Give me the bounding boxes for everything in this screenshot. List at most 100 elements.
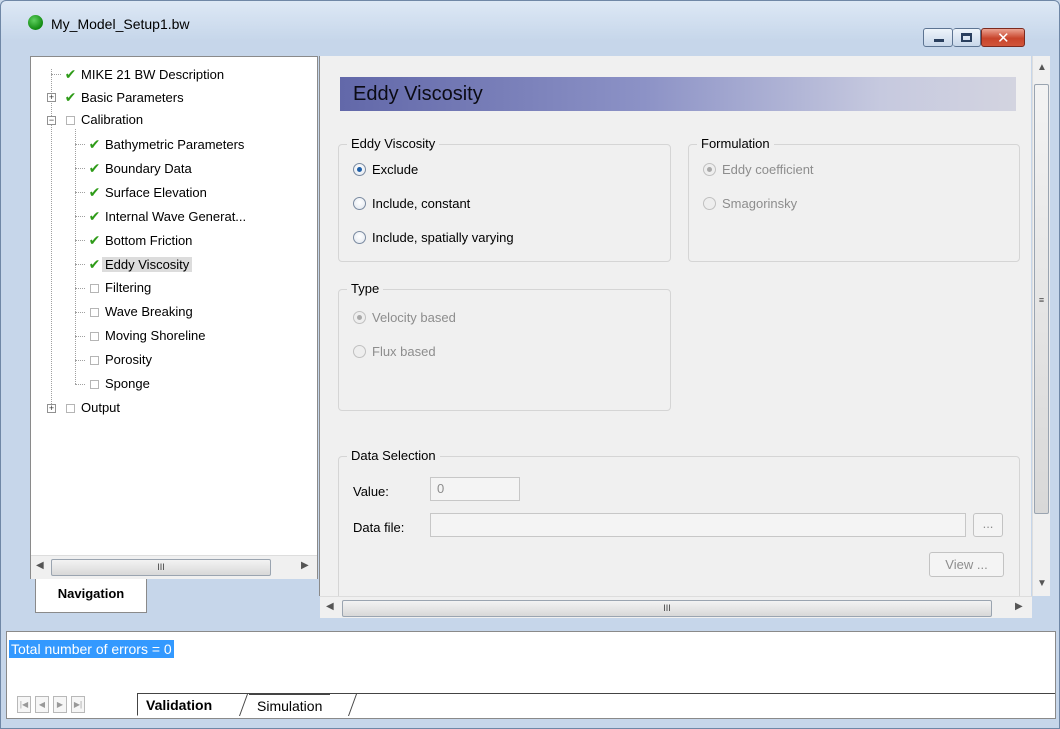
radio-exclude[interactable]: Exclude — [353, 162, 418, 177]
minimize-icon — [934, 39, 944, 42]
formulation-group: Formulation Eddy coefficient Smagorinsky — [688, 136, 1020, 262]
checkmark-icon: ✔ — [64, 89, 77, 105]
tree-item-basic-parameters[interactable]: ✔ Basic Parameters — [51, 88, 187, 110]
tab-navigation[interactable]: Navigation — [35, 579, 147, 613]
tree-item-mike21-description[interactable]: ✔ MIKE 21 BW Description — [51, 65, 227, 87]
tree-item-label: Filtering — [105, 280, 152, 295]
group-title: Formulation — [697, 136, 774, 151]
radio-label: Exclude — [372, 162, 419, 177]
tree-item-label: Porosity — [105, 352, 152, 367]
tree-item-bathymetric-parameters[interactable]: ✔ Bathymetric Parameters — [75, 135, 247, 157]
content-vertical-scrollbar[interactable]: ▲ ≡ ▼ — [1032, 56, 1050, 596]
tree-item-calibration[interactable]: Calibration — [51, 111, 146, 133]
datafile-field[interactable] — [430, 513, 966, 537]
group-title: Data Selection — [347, 448, 440, 463]
radio-velocity-based[interactable]: Velocity based — [353, 310, 456, 325]
tree-item-label: MIKE 21 BW Description — [81, 67, 225, 82]
tree-item-label: Calibration — [81, 112, 144, 127]
scrollbar-thumb[interactable]: III — [342, 600, 992, 617]
output-panel: Total number of errors = 0 |◀ ◀ ▶ ▶| Val… — [6, 631, 1056, 719]
tree-item-sponge[interactable]: Sponge — [75, 375, 153, 397]
value-field[interactable]: 0 — [430, 477, 520, 501]
tree-item-label: Sponge — [105, 376, 150, 391]
tab-validation[interactable]: Validation — [137, 694, 221, 716]
tree-item-label: Surface Elevation — [105, 185, 207, 200]
radio-smagorinsky[interactable]: Smagorinsky — [703, 196, 797, 211]
tree-item-label: Wave Breaking — [105, 304, 193, 319]
error-count-text[interactable]: Total number of errors = 0 — [9, 640, 174, 658]
tree-line — [75, 384, 85, 385]
group-title: Eddy Viscosity — [347, 136, 440, 151]
checkmark-icon: ✔ — [88, 160, 101, 176]
scrollbar-thumb[interactable]: ≡ — [1034, 84, 1049, 514]
radio-icon — [353, 231, 366, 244]
last-tab-icon[interactable]: ▶| — [71, 696, 85, 713]
view-button[interactable]: View ... — [929, 552, 1004, 577]
navigation-panel: ✔ MIKE 21 BW Description + ✔ Basic Paramet… — [30, 56, 318, 579]
tree-line — [75, 360, 85, 361]
checkmark-icon: ✔ — [88, 208, 101, 224]
tree-item-label: Basic Parameters — [81, 90, 184, 105]
minimize-button[interactable] — [923, 28, 953, 47]
scroll-down-icon[interactable]: ▼ — [1037, 578, 1047, 589]
close-icon: ✕ — [997, 30, 1010, 47]
tree-item-boundary-data[interactable]: ✔ Boundary Data — [75, 159, 195, 181]
tree-item-filtering[interactable]: Filtering — [75, 279, 154, 301]
radio-checked-icon — [703, 163, 716, 176]
tree-line — [75, 168, 85, 169]
tree-item-label: Boundary Data — [105, 161, 192, 176]
radio-flux-based[interactable]: Flux based — [353, 344, 436, 359]
tree-line — [51, 74, 61, 75]
tree-line — [75, 144, 85, 145]
tree-item-internal-wave-generation[interactable]: ✔ Internal Wave Generat... — [75, 207, 249, 229]
tree-line — [75, 192, 85, 193]
radio-eddy-coefficient[interactable]: Eddy coefficient — [703, 162, 814, 177]
radio-label: Flux based — [372, 344, 436, 359]
tree-item-bottom-friction[interactable]: ✔ Bottom Friction — [75, 231, 195, 253]
tree-item-wave-breaking[interactable]: Wave Breaking — [75, 303, 196, 325]
tree-item-porosity[interactable]: Porosity — [75, 351, 155, 373]
scrollbar-thumb[interactable]: III — [51, 559, 271, 576]
radio-include-spatially-varying[interactable]: Include, spatially varying — [353, 230, 514, 245]
next-tab-icon[interactable]: ▶ — [53, 696, 67, 713]
scroll-right-icon[interactable]: ▶ — [1015, 601, 1023, 612]
tree-item-surface-elevation[interactable]: ✔ Surface Elevation — [75, 183, 210, 205]
tree-line — [75, 240, 85, 241]
scroll-up-icon[interactable]: ▲ — [1037, 62, 1047, 73]
group-title: Type — [347, 281, 384, 296]
close-button[interactable]: ✕ — [981, 28, 1025, 47]
type-group: Type Velocity based Flux based — [338, 281, 671, 411]
scroll-left-icon[interactable]: ◀ — [326, 601, 334, 612]
scroll-left-icon[interactable]: ◀ — [36, 560, 44, 571]
radio-label: Smagorinsky — [722, 196, 798, 211]
unchecked-box-icon — [90, 380, 99, 390]
content-horizontal-scrollbar[interactable]: ◀ III ▶ — [320, 596, 1032, 618]
navigation-horizontal-scrollbar[interactable]: ◀ III ▶ — [31, 555, 317, 579]
radio-label: Include, constant — [372, 196, 471, 211]
radio-label: Velocity based — [372, 310, 456, 325]
title-bar[interactable]: My_Model_Setup1.bw ✕ — [1, 1, 1059, 47]
checkmark-icon: ✔ — [64, 66, 77, 82]
previous-tab-icon[interactable]: ◀ — [35, 696, 49, 713]
radio-include-constant[interactable]: Include, constant — [353, 196, 470, 211]
tab-simulation[interactable]: Simulation — [249, 694, 331, 716]
tree-line — [75, 288, 85, 289]
application-window: My_Model_Setup1.bw ✕ ✔ MIKE 21 BW Descrip… — [0, 0, 1060, 729]
tree-item-moving-shoreline[interactable]: Moving Shoreline — [75, 327, 208, 349]
tree-line — [75, 264, 85, 265]
radio-label: Include, spatially varying — [372, 230, 514, 245]
maximize-button[interactable] — [953, 28, 981, 47]
content-panel: Eddy Viscosity Eddy Viscosity Exclude In… — [319, 56, 1050, 618]
browse-button[interactable]: ... — [973, 513, 1003, 537]
first-tab-icon[interactable]: |◀ — [17, 696, 31, 713]
tree-item-eddy-viscosity[interactable]: ✔ Eddy Viscosity — [75, 255, 193, 277]
unchecked-box-icon — [90, 332, 99, 342]
checkmark-icon: ✔ — [88, 256, 101, 272]
tree-item-output[interactable]: Output — [51, 399, 123, 421]
value-label: Value: — [353, 484, 389, 499]
scroll-right-icon[interactable]: ▶ — [301, 560, 309, 571]
tab-divider — [238, 694, 249, 716]
unchecked-box-icon — [90, 284, 99, 294]
checkmark-icon: ✔ — [88, 136, 101, 152]
unchecked-box-icon — [90, 308, 99, 318]
